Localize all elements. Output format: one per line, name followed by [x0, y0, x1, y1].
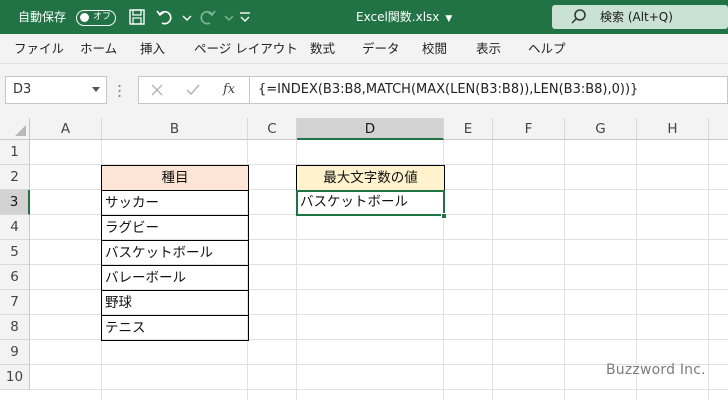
cell-d2[interactable]: 最大文字数の値 [296, 165, 445, 191]
row-header-3[interactable]: 3 [0, 190, 30, 215]
watermark: Buzzword Inc. [606, 362, 706, 378]
column-header-f[interactable]: F [493, 118, 565, 140]
row-header-4[interactable]: 4 [0, 215, 30, 240]
column-header-b[interactable]: B [102, 118, 248, 140]
tab-data[interactable]: データ [362, 34, 400, 64]
column-header-d[interactable]: D [297, 118, 444, 140]
search-box[interactable]: 検索 (Alt+Q) [552, 5, 728, 29]
column-header-c[interactable]: C [248, 118, 297, 140]
file-name[interactable]: Excel関数.xlsx ▼ [356, 0, 452, 34]
formula-input[interactable]: {=INDEX(B3:B8,MATCH(MAX(LEN(B3:B8)),LEN(… [250, 76, 728, 104]
autosave-state: オフ [93, 12, 112, 22]
undo-dropdown-icon[interactable] [178, 8, 196, 26]
name-box-dropdown-icon[interactable] [92, 87, 100, 92]
column-header-partial[interactable] [709, 118, 728, 140]
row-header-6[interactable]: 6 [0, 265, 30, 290]
cell-d3-active[interactable]: バスケットボール [296, 190, 445, 216]
customize-toolbar-icon[interactable] [236, 8, 254, 26]
ribbon-tabs: ファイル ホーム 挿入 ページ レイアウト 数式 データ 校閲 表示 ヘルプ [0, 34, 728, 64]
select-all-triangle [15, 125, 26, 136]
gridline [492, 140, 493, 400]
tab-file[interactable]: ファイル [14, 34, 64, 64]
column-header-a[interactable]: A [30, 118, 102, 140]
row-header-1[interactable]: 1 [0, 140, 30, 165]
toggle-knob [80, 13, 89, 22]
name-box[interactable]: D3 [5, 76, 107, 104]
redo-icon[interactable] [198, 8, 216, 26]
file-name-text: Excel関数.xlsx [356, 10, 440, 24]
formula-buttons: fx [138, 76, 250, 104]
fill-handle[interactable] [441, 213, 447, 219]
gridline [708, 140, 709, 400]
cell-b4[interactable]: ラグビー [101, 215, 249, 241]
row-header-2[interactable]: 2 [0, 165, 30, 190]
cancel-icon[interactable] [149, 82, 165, 98]
gridline [636, 140, 637, 400]
insert-function-icon[interactable]: fx [223, 79, 235, 101]
enter-check-icon[interactable] [185, 82, 201, 98]
tab-formulas[interactable]: 数式 [310, 34, 335, 64]
autosave-label: 自動保存 [18, 10, 67, 24]
search-icon [571, 9, 586, 24]
resize-handle-icon[interactable] [118, 84, 121, 98]
row-header-7[interactable]: 7 [0, 290, 30, 315]
cell-b3[interactable]: サッカー [101, 190, 249, 216]
cell-b8[interactable]: テニス [101, 315, 249, 341]
tab-view[interactable]: 表示 [476, 34, 501, 64]
row-header-5[interactable]: 5 [0, 240, 30, 265]
cell-b2[interactable]: 種目 [101, 165, 249, 191]
tab-insert[interactable]: 挿入 [140, 34, 165, 64]
search-label: 検索 (Alt+Q) [600, 10, 673, 24]
chevron-down-icon: ▼ [445, 14, 453, 24]
gridline [30, 389, 728, 390]
cell-b7[interactable]: 野球 [101, 290, 249, 316]
row-header-10[interactable]: 10 [0, 365, 30, 390]
undo-icon[interactable] [156, 8, 174, 26]
autosave-toggle[interactable]: オフ [76, 10, 116, 26]
tab-page-layout[interactable]: ページ レイアウト [194, 34, 298, 64]
column-header-g[interactable]: G [565, 118, 637, 140]
cell-b6[interactable]: バレーボール [101, 265, 249, 291]
save-icon[interactable] [128, 8, 146, 26]
worksheet-grid: A B C D E F G H 1 2 3 4 5 6 7 8 9 10 種目 … [0, 118, 728, 400]
row-header-8[interactable]: 8 [0, 315, 30, 340]
column-header-h[interactable]: H [637, 118, 709, 140]
row-header-9[interactable]: 9 [0, 340, 30, 365]
tab-review[interactable]: 校閲 [422, 34, 447, 64]
column-header-e[interactable]: E [444, 118, 493, 140]
formula-text: {=INDEX(B3:B8,MATCH(MAX(LEN(B3:B8)),LEN(… [258, 82, 639, 97]
tab-home[interactable]: ホーム [80, 34, 117, 64]
title-bar: 自動保存 オフ Excel関数.xlsx ▼ 検索 (Alt+Q) [0, 0, 728, 34]
cell-b5[interactable]: バスケットボール [101, 240, 249, 266]
select-all-corner[interactable] [0, 118, 30, 140]
name-box-value: D3 [13, 82, 32, 97]
tab-help[interactable]: ヘルプ [528, 34, 566, 64]
gridline [564, 140, 565, 400]
